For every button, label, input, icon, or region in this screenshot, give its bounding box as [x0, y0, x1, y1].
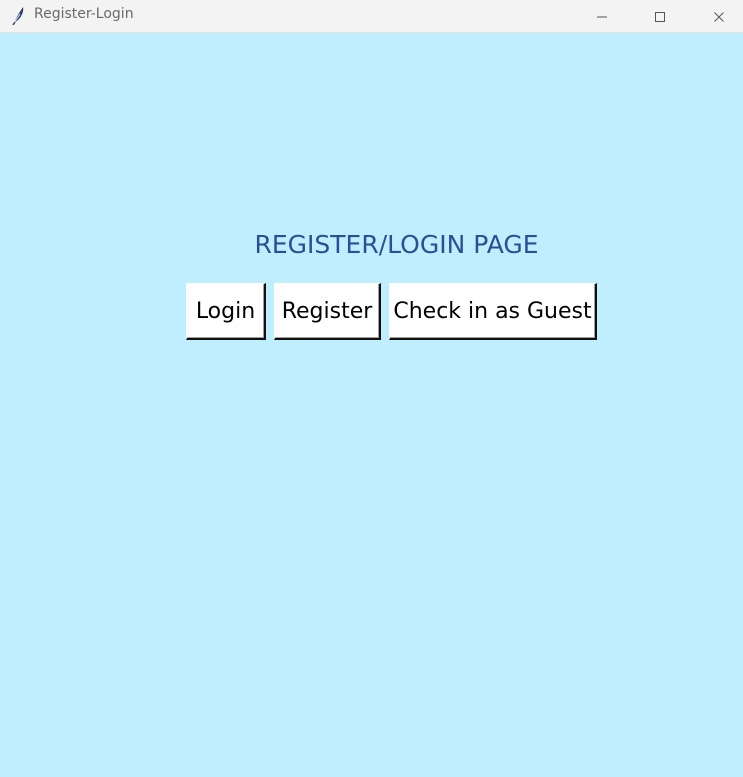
- maximize-icon: [654, 11, 666, 23]
- feather-icon: [10, 5, 26, 26]
- register-button[interactable]: Register: [274, 283, 381, 340]
- login-button[interactable]: Login: [186, 283, 266, 340]
- close-icon: [713, 11, 725, 23]
- close-button[interactable]: [696, 0, 742, 33]
- main-content: REGISTER/LOGIN PAGE Login Register Check…: [0, 33, 743, 777]
- minimize-button[interactable]: [579, 0, 625, 33]
- title-bar[interactable]: Register-Login: [0, 0, 743, 33]
- minimize-icon: [596, 11, 608, 23]
- window-title: Register-Login: [34, 6, 134, 22]
- page-title: REGISTER/LOGIN PAGE: [254, 230, 539, 259]
- maximize-button[interactable]: [637, 0, 683, 33]
- guest-checkin-button[interactable]: Check in as Guest: [389, 283, 597, 340]
- register-login-window: Register-Login REGISTER/LOGIN PAGE Login…: [0, 0, 743, 777]
